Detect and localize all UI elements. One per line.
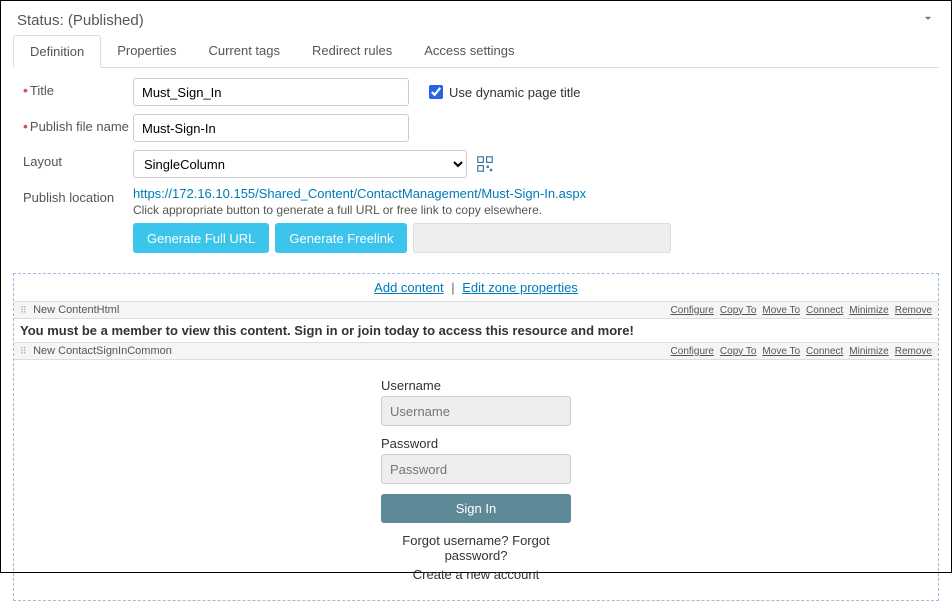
tab-redirect-rules[interactable]: Redirect rules bbox=[296, 35, 408, 67]
label-title: Title bbox=[13, 78, 133, 98]
tab-current-tags[interactable]: Current tags bbox=[192, 35, 296, 67]
module-actions-contenthtml: Configure Copy To Move To Connect Minimi… bbox=[671, 305, 932, 316]
input-password[interactable] bbox=[381, 454, 571, 484]
btn-sign-in[interactable]: Sign In bbox=[381, 494, 571, 523]
checkbox-dynamic-title[interactable] bbox=[429, 85, 443, 99]
row-title: Title Use dynamic page title bbox=[13, 78, 939, 106]
action-connect[interactable]: Connect bbox=[806, 305, 843, 316]
label-password: Password bbox=[381, 436, 571, 451]
label-username: Username bbox=[381, 378, 571, 393]
drag-handle-icon[interactable]: ⠿ bbox=[20, 348, 26, 354]
select-layout[interactable]: SingleColumn bbox=[133, 150, 467, 178]
tab-properties[interactable]: Properties bbox=[101, 35, 192, 67]
tabs-bar: Definition Properties Current tags Redir… bbox=[13, 35, 939, 68]
qr-icon[interactable] bbox=[477, 156, 493, 172]
url-output-field bbox=[413, 223, 671, 253]
link-forgot[interactable]: Forgot username? Forgot password? bbox=[381, 533, 571, 563]
action-move-to[interactable]: Move To bbox=[762, 346, 800, 357]
module-bar-signin: ⠿ New ContactSignInCommon Configure Copy… bbox=[14, 342, 938, 360]
content-zone: Add content | Edit zone properties ⠿ New… bbox=[13, 273, 939, 601]
label-publish-location: Publish location bbox=[13, 186, 133, 205]
action-copy-to[interactable]: Copy To bbox=[720, 346, 757, 357]
label-publish-file: Publish file name bbox=[13, 114, 133, 134]
tab-access-settings[interactable]: Access settings bbox=[408, 35, 530, 67]
zone-sep: | bbox=[451, 280, 458, 295]
action-remove[interactable]: Remove bbox=[895, 346, 932, 357]
action-configure[interactable]: Configure bbox=[671, 346, 714, 357]
zone-header: Add content | Edit zone properties bbox=[14, 274, 938, 302]
module-title-contenthtml: New ContentHtml bbox=[29, 304, 119, 316]
action-configure[interactable]: Configure bbox=[671, 305, 714, 316]
contenthtml-body: You must be a member to view this conten… bbox=[14, 319, 938, 342]
link-add-content[interactable]: Add content bbox=[374, 280, 443, 295]
action-minimize[interactable]: Minimize bbox=[849, 305, 888, 316]
row-publish-file: Publish file name bbox=[13, 114, 939, 142]
module-bar-contenthtml: ⠿ New ContentHtml Configure Copy To Move… bbox=[14, 302, 938, 319]
page-container: Status: (Published) Definition Propertie… bbox=[0, 0, 952, 573]
status-label: Status: (Published) bbox=[17, 12, 144, 29]
signin-body: Username Password Sign In Forgot usernam… bbox=[14, 360, 938, 600]
btn-generate-full-url[interactable]: Generate Full URL bbox=[133, 223, 269, 253]
action-remove[interactable]: Remove bbox=[895, 305, 932, 316]
row-publish-location: Publish location https://172.16.10.155/S… bbox=[13, 186, 939, 253]
link-publish-url[interactable]: https://172.16.10.155/Shared_Content/Con… bbox=[133, 186, 586, 201]
action-copy-to[interactable]: Copy To bbox=[720, 305, 757, 316]
status-row: Status: (Published) bbox=[13, 9, 939, 35]
collapse-chevron-icon[interactable] bbox=[921, 11, 935, 29]
module-title-signin: New ContactSignInCommon bbox=[29, 345, 172, 357]
action-move-to[interactable]: Move To bbox=[762, 305, 800, 316]
hint-publish-location: Click appropriate button to generate a f… bbox=[133, 203, 542, 217]
module-actions-signin: Configure Copy To Move To Connect Minimi… bbox=[671, 346, 932, 357]
row-layout: Layout SingleColumn bbox=[13, 150, 939, 178]
action-connect[interactable]: Connect bbox=[806, 346, 843, 357]
input-username[interactable] bbox=[381, 396, 571, 426]
link-edit-zone-props[interactable]: Edit zone properties bbox=[462, 280, 578, 295]
drag-handle-icon[interactable]: ⠿ bbox=[20, 307, 26, 313]
btn-generate-freelink[interactable]: Generate Freelink bbox=[275, 223, 407, 253]
input-publish-file[interactable] bbox=[133, 114, 409, 142]
link-create-account[interactable]: Create a new account bbox=[381, 567, 571, 582]
label-dynamic-title: Use dynamic page title bbox=[449, 85, 581, 100]
action-minimize[interactable]: Minimize bbox=[849, 346, 888, 357]
input-title[interactable] bbox=[133, 78, 409, 106]
label-layout: Layout bbox=[13, 150, 133, 169]
tab-definition[interactable]: Definition bbox=[13, 35, 101, 68]
